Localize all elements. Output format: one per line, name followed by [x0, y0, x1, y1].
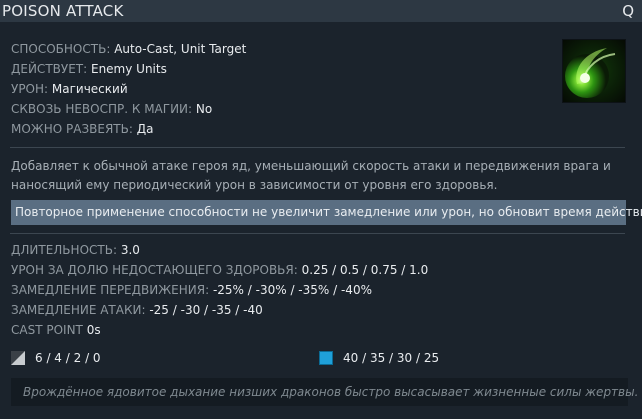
- cooldown: 6 / 4 / 2 / 0: [11, 351, 101, 365]
- property-ability: СПОСОБНОСТЬ: Auto-Cast, Unit Target: [11, 41, 246, 61]
- mana-cost-value: 40 / 35 / 30 / 25: [343, 351, 440, 365]
- ability-lore: Врождённое ядовитое дыхание низших драко…: [11, 378, 638, 406]
- property-damage-type: УРОН: Магический: [11, 81, 246, 101]
- stat-label: УРОН ЗА ДОЛЮ НЕДОСТАЮЩЕГО ЗДОРОВЬЯ:: [11, 263, 298, 277]
- stat-label: ДЛИТЕЛЬНОСТЬ:: [11, 243, 117, 257]
- poison-attack-icon: [562, 39, 626, 103]
- property-pierces-immunity: СКВОЗЬ НЕВОСПР. К МАГИИ: No: [11, 101, 246, 121]
- stat-attack-slow: ЗАМЕДЛЕНИЕ АТАКИ: -25 / -30 / -35 / -40: [11, 302, 428, 322]
- mana-icon: [319, 351, 333, 365]
- divider: [10, 147, 625, 148]
- cooldown-icon: [11, 351, 25, 365]
- property-affects: ДЕЙСТВУЕТ: Enemy Units: [11, 61, 246, 81]
- stat-label: CAST POINT: [11, 323, 83, 337]
- stat-value: -25% / -30% / -35% / -40%: [212, 283, 372, 297]
- property-label: УРОН:: [11, 82, 49, 96]
- ability-costs: 6 / 4 / 2 / 0 40 / 35 / 30 / 25: [11, 351, 626, 369]
- tooltip-header: POISON ATTACK Q: [0, 0, 642, 22]
- ability-title: POISON ATTACK: [2, 2, 124, 20]
- divider: [10, 233, 625, 234]
- stat-value: 3.0: [120, 243, 140, 257]
- property-label: МОЖНО РАЗВЕЯТЬ:: [11, 122, 133, 136]
- cooldown-value: 6 / 4 / 2 / 0: [35, 351, 101, 365]
- property-label: СПОСОБНОСТЬ:: [11, 42, 111, 56]
- stat-cast-point: CAST POINT 0s: [11, 322, 428, 342]
- property-value: Да: [136, 122, 154, 136]
- property-label: СКВОЗЬ НЕВОСПР. К МАГИИ:: [11, 102, 193, 116]
- property-value: No: [195, 102, 213, 116]
- ability-note: Повторное применение способности не увел…: [11, 200, 642, 225]
- stat-missing-health-damage: УРОН ЗА ДОЛЮ НЕДОСТАЮЩЕГО ЗДОРОВЬЯ: 0.25…: [11, 262, 428, 282]
- stat-value: 0.25 / 0.5 / 0.75 / 1.0: [301, 263, 429, 277]
- property-label: ДЕЙСТВУЕТ:: [11, 62, 88, 76]
- hotkey-label: Q: [622, 2, 634, 20]
- ability-tooltip: POISON ATTACK Q СПОСОБНОСТЬ: Auto-Cast, …: [0, 0, 642, 419]
- stat-duration: ДЛИТЕЛЬНОСТЬ: 3.0: [11, 242, 428, 262]
- stat-value: 0s: [86, 323, 101, 337]
- stat-label: ЗАМЕДЛЕНИЕ ПЕРЕДВИЖЕНИЯ:: [11, 283, 210, 297]
- mana-cost: 40 / 35 / 30 / 25: [319, 351, 439, 365]
- property-value: Магический: [51, 82, 128, 96]
- property-value: Enemy Units: [90, 62, 167, 76]
- property-value: Auto-Cast, Unit Target: [114, 42, 247, 56]
- ability-stats: ДЛИТЕЛЬНОСТЬ: 3.0 УРОН ЗА ДОЛЮ НЕДОСТАЮЩ…: [11, 242, 428, 342]
- ability-properties: СПОСОБНОСТЬ: Auto-Cast, Unit Target ДЕЙС…: [11, 41, 246, 141]
- ability-description: Добавляет к обычной атаке героя яд, умен…: [11, 159, 611, 192]
- stat-move-slow: ЗАМЕДЛЕНИЕ ПЕРЕДВИЖЕНИЯ: -25% / -30% / -…: [11, 282, 428, 302]
- property-dispellable: МОЖНО РАЗВЕЯТЬ: Да: [11, 121, 246, 141]
- stat-label: ЗАМЕДЛЕНИЕ АТАКИ:: [11, 303, 146, 317]
- stat-value: -25 / -30 / -35 / -40: [149, 303, 263, 317]
